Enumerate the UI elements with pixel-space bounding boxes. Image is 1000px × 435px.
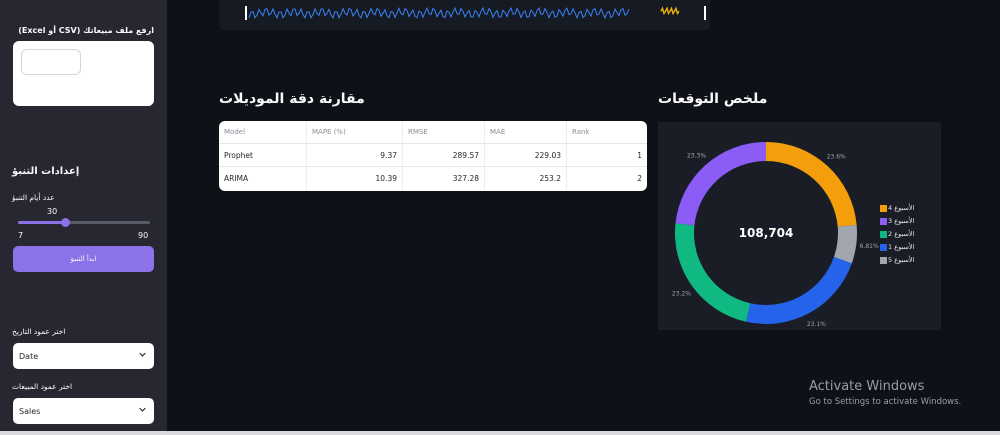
forecast-chart-rangeslider[interactable]	[219, 0, 710, 30]
activate-windows-title: Activate Windows	[809, 379, 925, 394]
date-column-value: Date	[19, 351, 39, 361]
start-forecast-button[interactable]: ابدأ التنبؤ	[13, 246, 154, 272]
legend-item[interactable]: الأسبوع 3	[880, 217, 915, 225]
cell-rank: 2	[637, 174, 642, 183]
header-model[interactable]: Model	[219, 121, 307, 144]
legend-swatch	[880, 205, 887, 212]
header-rank[interactable]: Rank	[567, 121, 647, 144]
forecast-days-slider[interactable]	[18, 218, 150, 227]
legend-label: الأسبوع 3	[888, 217, 915, 225]
cell-model: Prophet	[219, 144, 307, 167]
legend-swatch	[880, 231, 887, 238]
legend-item[interactable]: الأسبوع 2	[880, 230, 915, 238]
donut-slice[interactable]	[833, 224, 857, 264]
forecast-summary-title: ملخص التوقعات	[658, 91, 768, 107]
legend-item[interactable]: الأسبوع 1	[880, 243, 915, 251]
cell-rmse: 327.28	[403, 167, 485, 190]
legend-swatch	[880, 244, 887, 251]
donut-slice-label: 23.6%	[827, 153, 846, 160]
legend-label: الأسبوع 1	[888, 243, 915, 251]
date-column-select[interactable]: Date	[13, 343, 154, 369]
donut-slice-label: 23.3%	[687, 153, 706, 160]
slider-fill	[18, 221, 66, 224]
table-header-row: Model MAPE (%) RMSE MAE Rank	[219, 121, 647, 144]
date-column-label: اختر عمود التاريخ	[12, 327, 66, 336]
rangeslider-actual-line	[248, 6, 630, 20]
donut-slice-label: 23.1%	[807, 321, 826, 328]
sales-column-label: اختر عمود المبيعات	[12, 382, 73, 391]
slider-max: 90	[138, 231, 149, 240]
donut-center-total: 108,704	[739, 226, 794, 240]
slider-value: 30	[47, 207, 58, 216]
header-rmse[interactable]: RMSE	[403, 121, 485, 144]
donut-svg: 23.6% 6.81% 23.1% 23.2% 23.3% 108,704	[672, 142, 879, 328]
header-mae[interactable]: MAE	[485, 121, 567, 144]
table-row: Prophet 9.37 289.57 229.03 1	[219, 144, 647, 167]
donut-slice-label: 23.2%	[672, 291, 691, 298]
file-uploader[interactable]	[13, 41, 154, 106]
sidebar: ارفع ملف مبيعاتك (CSV أو Excel) إعدادات …	[0, 0, 167, 435]
sales-column-select[interactable]: Sales	[13, 398, 154, 424]
legend-label: الأسبوع 2	[888, 230, 915, 238]
legend-swatch	[880, 257, 887, 264]
cell-model: ARIMA	[219, 167, 307, 190]
chevron-down-icon	[139, 352, 146, 357]
upload-label: ارفع ملف مبيعاتك (CSV أو Excel)	[18, 26, 154, 35]
browse-files-button[interactable]	[21, 49, 81, 75]
donut-slice[interactable]	[746, 256, 852, 324]
header-mape[interactable]: MAPE (%)	[307, 121, 403, 144]
legend-item[interactable]: الأسبوع 4	[880, 204, 915, 212]
forecast-donut-chart[interactable]: 23.6% 6.81% 23.1% 23.2% 23.3% 108,704 الأسبو…	[658, 122, 941, 330]
activate-windows-subtitle: Go to Settings to activate Windows.	[809, 397, 962, 407]
sales-column-value: Sales	[19, 406, 41, 416]
legend-swatch	[880, 218, 887, 225]
cell-rank: 1	[637, 151, 642, 160]
rangeslider-forecast-line	[660, 6, 680, 16]
settings-title: إعدادات التنبؤ	[12, 166, 80, 177]
cell-mae: 229.03	[485, 144, 567, 167]
cell-mape: 10.39	[307, 167, 403, 190]
legend-item[interactable]: الأسبوع 5	[880, 256, 915, 264]
legend-label: الأسبوع 5	[888, 256, 915, 264]
model-accuracy-table[interactable]: Model MAPE (%) RMSE MAE Rank Prophet 9.3…	[219, 121, 647, 191]
rangeslider-plot	[245, 6, 706, 20]
slider-min: 7	[18, 231, 24, 240]
taskbar-edge	[0, 431, 1000, 435]
forecast-days-label: عدد أيام التنبؤ	[12, 193, 55, 202]
cell-rmse: 289.57	[403, 144, 485, 167]
table-row: ARIMA 10.39 327.28 253.2 2	[219, 167, 647, 190]
chevron-down-icon	[139, 407, 146, 412]
cell-mae: 253.2	[485, 167, 567, 190]
legend-label: الأسبوع 4	[888, 204, 915, 212]
donut-slice-label: 6.81%	[860, 243, 879, 250]
cell-mape: 9.37	[307, 144, 403, 167]
slider-thumb[interactable]	[61, 218, 71, 227]
model-comparison-title: مقارنة دقة الموديلات	[219, 91, 365, 107]
